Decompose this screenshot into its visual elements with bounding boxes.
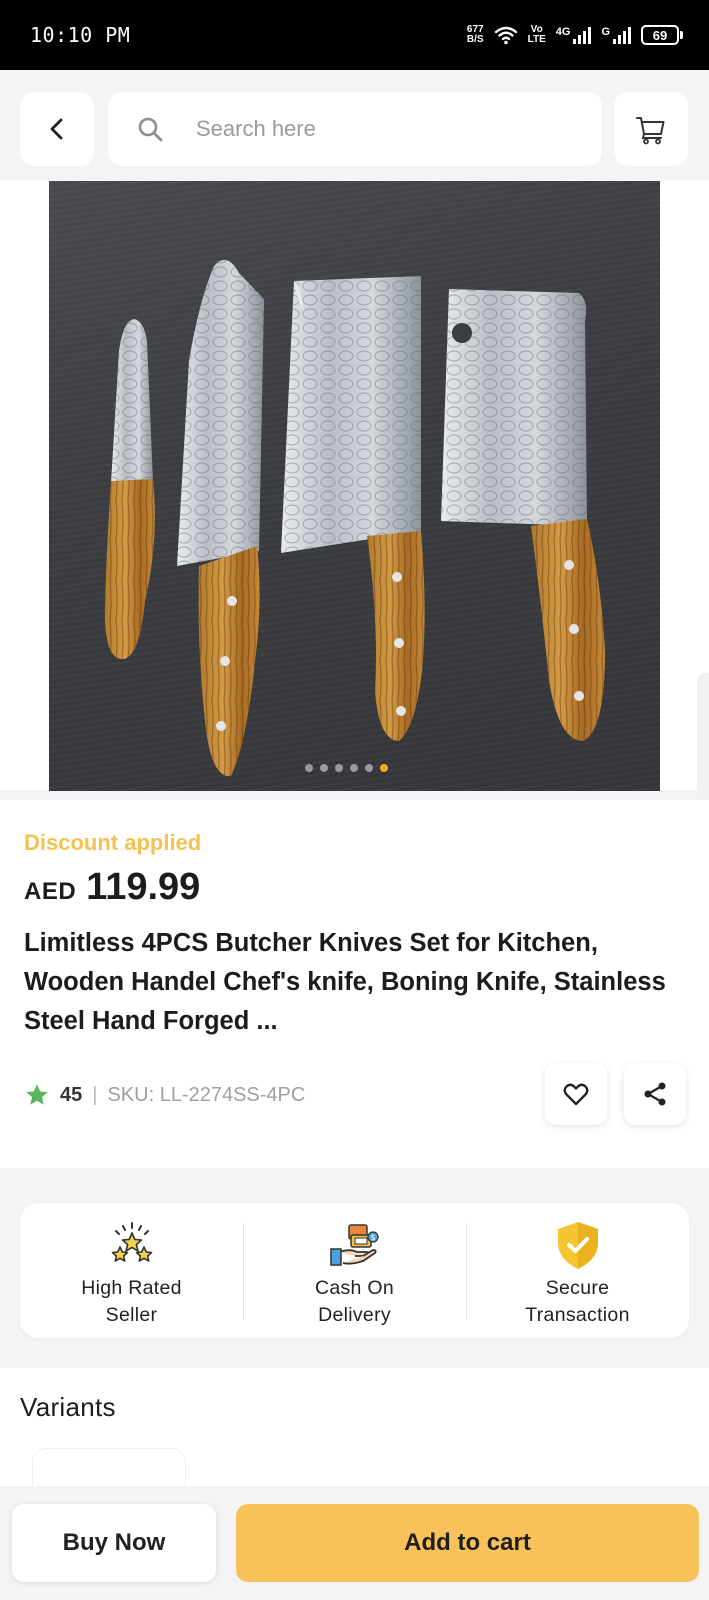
heart-icon [563, 1083, 589, 1106]
rating-separator: | [92, 1083, 98, 1106]
cart-button[interactable] [614, 92, 688, 166]
status-time: 10:10 PM [30, 23, 131, 47]
gallery-pagination [305, 764, 388, 772]
rating-row: 45 | SKU: LL-2274SS-4PC [24, 1082, 305, 1108]
pagination-dot[interactable] [365, 764, 373, 772]
favorite-button[interactable] [545, 1063, 607, 1125]
bottom-action-bar: Buy Now Add to cart [0, 1486, 709, 1600]
search-bar[interactable] [108, 92, 602, 166]
variants-section: Variants [0, 1368, 709, 1508]
product-gallery[interactable] [0, 180, 709, 855]
signal-sim2-icon: G [601, 26, 631, 44]
add-to-cart-button[interactable]: Add to cart [236, 1504, 699, 1582]
trust-badges: High Rated Seller $ Cash On Delivery Sec… [20, 1203, 689, 1338]
back-button[interactable] [20, 92, 94, 166]
feature-label: Secure Transaction [525, 1277, 630, 1326]
status-icons: 677 B/S Vo LTE 4G G 69 [467, 25, 683, 45]
shield-check-icon [557, 1222, 598, 1269]
sim2-network-label: G [601, 26, 610, 38]
feature-secure-transaction: Secure Transaction [466, 1203, 689, 1338]
feature-label: High Rated Seller [81, 1277, 182, 1326]
cash-delivery-icon: $ [329, 1224, 379, 1266]
stars-icon [111, 1222, 152, 1262]
product-title: Limitless 4PCS Butcher Knives Set for Ki… [24, 929, 666, 1035]
pagination-dot[interactable] [380, 764, 388, 772]
wifi-icon [494, 26, 517, 45]
price-amount: 119.99 [86, 866, 201, 908]
pagination-dot[interactable] [350, 764, 358, 772]
status-bar: 10:10 PM 677 B/S Vo LTE 4G G 69 [0, 0, 709, 70]
buy-now-button[interactable]: Buy Now [12, 1504, 216, 1582]
svg-text:$: $ [370, 1233, 375, 1242]
search-input[interactable] [196, 116, 576, 142]
price-currency: AED [24, 878, 77, 905]
feature-label: Cash On Delivery [314, 1277, 395, 1326]
star-icon [26, 1084, 48, 1105]
variants-heading: Variants [20, 1392, 116, 1422]
feature-high-rated-seller: High Rated Seller [20, 1203, 243, 1338]
cart-icon [636, 117, 665, 145]
sim1-network-label: 4G [555, 26, 571, 38]
pagination-dot[interactable] [320, 764, 328, 772]
discount-label: Discount applied [24, 830, 202, 855]
net-speed-unit: B/S [466, 34, 484, 45]
knives-illustration [104, 259, 605, 777]
volte-bottom: LTE [527, 34, 546, 45]
sku-text: SKU: LL-2274SS-4PC [107, 1083, 306, 1106]
pagination-dot[interactable] [305, 764, 313, 772]
share-icon [644, 1082, 666, 1106]
signal-sim1-icon: 4G [556, 26, 592, 44]
feature-cash-on-delivery: $ Cash On Delivery [243, 1203, 466, 1338]
net-speed: 677 B/S [467, 25, 484, 45]
top-header [0, 70, 709, 180]
battery-icon: 69 [641, 25, 683, 45]
share-button[interactable] [624, 1063, 686, 1125]
search-icon [138, 117, 163, 142]
features-section: High Rated Seller $ Cash On Delivery Sec… [0, 1168, 709, 1368]
battery-level: 69 [641, 25, 679, 45]
chevron-left-icon [50, 118, 63, 140]
pagination-dot[interactable] [335, 764, 343, 772]
volte-indicator: Vo LTE [528, 25, 546, 45]
product-info: Discount applied AED 119.99 Limitless 4P… [0, 800, 709, 1168]
rating-value: 45 [60, 1083, 83, 1106]
product-image[interactable] [49, 181, 660, 791]
price: AED 119.99 [24, 866, 200, 909]
